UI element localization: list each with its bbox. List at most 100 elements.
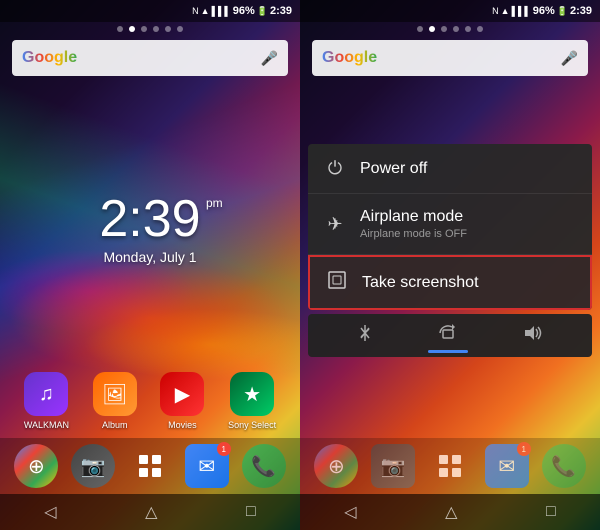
signal-icon: ▌▌▌ <box>212 6 231 16</box>
nav-bar-right: ◁ △ □ <box>300 494 600 530</box>
quick-settings-panel <box>308 314 592 357</box>
message-badge: 1 <box>217 442 231 456</box>
right-phone-panel: N ▲ ▌▌▌ 96% 🔋 2:39 Google 🎤 <box>300 0 600 530</box>
airplane-text: Airplane mode Airplane mode is OFF <box>360 208 576 240</box>
walkman-label: WALKMAN <box>24 420 69 430</box>
dock-chrome-right[interactable]: ⊕ <box>314 444 358 488</box>
dot-3 <box>141 26 147 32</box>
bottom-dock-right: ⊕ 📷 ✉ 1 📞 <box>300 438 600 494</box>
dock-apps-right[interactable] <box>428 444 472 488</box>
power-menu: ⏻ Power off ✈ Airplane mode Airplane mod… <box>308 144 592 310</box>
status-bar-right: N ▲ ▌▌▌ 96% 🔋 2:39 <box>300 0 600 22</box>
sony-select-label: Sony Select <box>228 420 276 430</box>
walkman-icon: ♫ <box>24 372 68 416</box>
power-off-title: Power off <box>360 160 576 178</box>
airplane-icon: ✈ <box>324 214 346 235</box>
clock-time-display: 2:39pm <box>99 193 200 245</box>
dock-messages-right[interactable]: ✉ 1 <box>485 444 529 488</box>
qs-volume-icon[interactable] <box>523 324 543 347</box>
clock-status-left: 2:39 <box>270 5 292 17</box>
ampm: pm <box>206 197 223 209</box>
time-value: 2:39 <box>99 190 200 248</box>
status-bar-left: N ▲ ▌▌▌ 96% 🔋 2:39 <box>0 0 300 22</box>
home-button-left[interactable]: △ <box>145 502 157 522</box>
right-spacer <box>300 357 600 438</box>
app-grid-left: ♫ WALKMAN 🖼 Album ▶ Movies ★ Sony Select <box>0 364 300 438</box>
nav-bar-left: ◁ △ □ <box>0 494 300 530</box>
app-movies[interactable]: ▶ Movies <box>160 372 204 430</box>
status-icons-right: N ▲ ▌▌▌ 96% 🔋 2:39 <box>492 5 592 17</box>
back-button-right[interactable]: ◁ <box>344 502 356 522</box>
wifi-icon: ▲ <box>201 6 210 16</box>
app-walkman[interactable]: ♫ WALKMAN <box>24 372 69 430</box>
screenshot-text: Take screenshot <box>362 274 574 292</box>
sony-select-icon: ★ <box>230 372 274 416</box>
battery-icon-left: 🔋 <box>257 6 268 17</box>
battery-text-right: 96% <box>533 5 555 17</box>
dock-messages[interactable]: ✉ 1 <box>185 444 229 488</box>
nfc-icon-right: N <box>492 6 499 16</box>
back-button-left[interactable]: ◁ <box>44 502 56 522</box>
rdot-3 <box>441 26 447 32</box>
qs-rotate-icon[interactable] <box>438 324 458 347</box>
clock-status-right: 2:39 <box>570 5 592 17</box>
rdot-4 <box>453 26 459 32</box>
mic-icon-left: 🎤 <box>261 50 278 67</box>
power-off-text: Power off <box>360 160 576 178</box>
recent-button-left[interactable]: □ <box>246 503 256 521</box>
nfc-icon: N <box>192 6 199 16</box>
menu-item-power-off[interactable]: ⏻ Power off <box>308 144 592 194</box>
screenshot-title: Take screenshot <box>362 274 574 292</box>
battery-text-left: 96% <box>233 5 255 17</box>
clock-date: Monday, July 1 <box>103 249 196 265</box>
airplane-title: Airplane mode <box>360 208 576 226</box>
dock-apps[interactable] <box>128 444 172 488</box>
dock-camera-right[interactable]: 📷 <box>371 444 415 488</box>
dot-1 <box>117 26 123 32</box>
left-phone-content: N ▲ ▌▌▌ 96% 🔋 2:39 Google 🎤 2:39pm <box>0 0 300 530</box>
screenshot-icon <box>326 271 348 294</box>
dot-2 <box>129 26 135 32</box>
google-logo-left: Google <box>22 49 77 67</box>
message-badge-right: 1 <box>517 442 531 456</box>
qs-bar <box>428 350 468 353</box>
app-album[interactable]: 🖼 Album <box>93 372 137 430</box>
rdot-1 <box>417 26 423 32</box>
status-icons-left: N ▲ ▌▌▌ 96% 🔋 2:39 <box>192 5 292 17</box>
app-sony-select[interactable]: ★ Sony Select <box>228 372 276 430</box>
dot-6 <box>177 26 183 32</box>
page-dots-right <box>300 22 600 36</box>
dock-camera[interactable]: 📷 <box>71 444 115 488</box>
album-icon: 🖼 <box>93 372 137 416</box>
rdot-6 <box>477 26 483 32</box>
dock-phone[interactable]: 📞 <box>242 444 286 488</box>
mic-icon-right: 🎤 <box>561 50 578 67</box>
qs-bluetooth-icon[interactable] <box>357 324 373 347</box>
recent-button-right[interactable]: □ <box>546 503 556 521</box>
dock-phone-right[interactable]: 📞 <box>542 444 586 488</box>
home-button-right[interactable]: △ <box>445 502 457 522</box>
movies-label: Movies <box>168 420 197 430</box>
right-phone-content: N ▲ ▌▌▌ 96% 🔋 2:39 Google 🎤 <box>300 0 600 530</box>
wifi-icon-right: ▲ <box>501 6 510 16</box>
airplane-subtitle: Airplane mode is OFF <box>360 228 576 240</box>
movies-icon: ▶ <box>160 372 204 416</box>
page-dots-left <box>0 22 300 36</box>
album-label: Album <box>102 420 128 430</box>
dot-5 <box>165 26 171 32</box>
google-logo-right: Google <box>322 49 377 67</box>
bottom-dock-left: ⊕ 📷 ✉ 1 📞 <box>0 438 300 494</box>
search-bar-right[interactable]: Google 🎤 <box>312 40 588 76</box>
clock-area-left: 2:39pm Monday, July 1 <box>0 84 300 364</box>
power-off-icon: ⏻ <box>324 158 346 179</box>
battery-icon-right: 🔋 <box>557 6 568 17</box>
menu-item-airplane[interactable]: ✈ Airplane mode Airplane mode is OFF <box>308 194 592 255</box>
dot-4 <box>153 26 159 32</box>
rdot-2 <box>429 26 435 32</box>
menu-item-screenshot[interactable]: Take screenshot <box>308 255 592 310</box>
rdot-5 <box>465 26 471 32</box>
dock-chrome[interactable]: ⊕ <box>14 444 58 488</box>
signal-icon-right: ▌▌▌ <box>512 6 531 16</box>
left-phone-panel: N ▲ ▌▌▌ 96% 🔋 2:39 Google 🎤 2:39pm <box>0 0 300 530</box>
search-bar-left[interactable]: Google 🎤 <box>12 40 288 76</box>
